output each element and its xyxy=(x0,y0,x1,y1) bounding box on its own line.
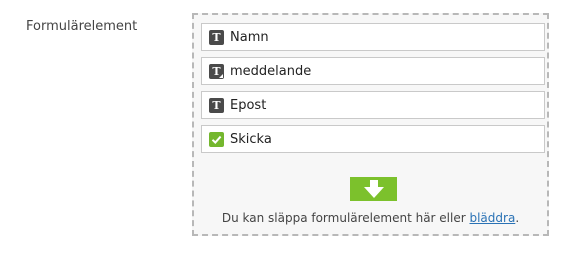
form-elements-dropzone[interactable]: T Namn T meddelande T Epost Skicka Du ka… xyxy=(192,13,549,236)
form-element-label: meddelande xyxy=(230,63,312,79)
field-label: Formulärelement xyxy=(26,19,138,34)
form-element-label: Skicka xyxy=(230,131,272,147)
drop-hint-suffix: . xyxy=(515,211,520,225)
textarea-icon: T xyxy=(209,63,224,79)
checkmark-icon xyxy=(209,131,224,147)
form-element-meddelande[interactable]: T meddelande xyxy=(201,57,545,85)
form-element-namn[interactable]: T Namn xyxy=(201,23,545,51)
form-element-epost[interactable]: T Epost xyxy=(201,91,545,119)
form-element-label: Epost xyxy=(230,97,267,113)
form-element-label: Namn xyxy=(230,29,269,45)
form-element-list: T Namn T meddelande T Epost Skicka xyxy=(201,23,545,159)
drop-hint: Du kan släppa formulärelement här eller … xyxy=(194,211,547,225)
browse-link[interactable]: bläddra xyxy=(469,211,515,225)
text-field-icon: T xyxy=(209,29,224,45)
text-field-icon: T xyxy=(209,97,224,113)
drop-arrow-icon xyxy=(350,177,397,201)
form-element-skicka[interactable]: Skicka xyxy=(201,125,545,153)
drop-hint-text: Du kan släppa formulärelement här eller xyxy=(221,211,470,225)
